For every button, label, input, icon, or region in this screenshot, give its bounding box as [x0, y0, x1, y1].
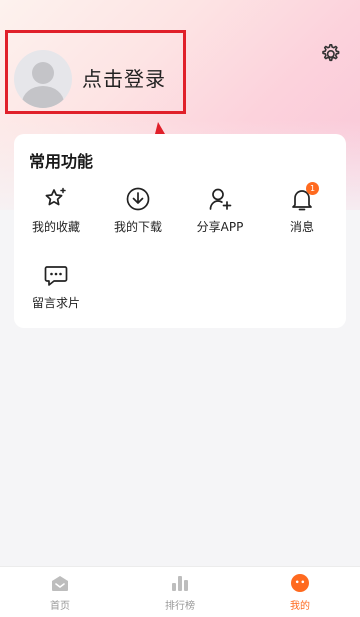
tab-home[interactable]: 首页	[0, 567, 120, 617]
feature-label: 留言求片	[31, 296, 80, 310]
star-sparkle-icon	[45, 187, 66, 206]
feature-label: 我的收藏	[31, 220, 80, 234]
feature-messages[interactable]: 1 消息	[262, 182, 342, 242]
feature-share-app[interactable]: 分享APP	[180, 186, 260, 242]
download-icon	[126, 187, 150, 211]
card-title: 常用功能	[29, 152, 94, 171]
feature-label: 我的下载	[113, 220, 162, 234]
settings-gear-icon[interactable]	[318, 42, 342, 66]
ranking-icon	[172, 576, 188, 591]
tab-label: 首页	[50, 601, 70, 612]
message-count-badge: 1	[306, 182, 319, 195]
feature-my-downloads[interactable]: 我的下载	[98, 186, 178, 242]
common-functions-card: 常用功能 我的收藏 我的下载 分享APP 1 消息 留言求片	[14, 134, 346, 328]
user-add-icon	[209, 188, 232, 210]
tab-ranking[interactable]: 排行榜	[120, 567, 240, 617]
home-icon	[52, 576, 68, 591]
tab-label: 排行榜	[165, 601, 195, 612]
feature-request-movie[interactable]: 留言求片	[16, 262, 96, 318]
annotation-highlight-box	[5, 30, 186, 114]
bottom-tab-bar: 首页 排行榜 我的	[0, 566, 360, 617]
feature-label: 分享APP	[196, 220, 244, 234]
message-icon	[44, 266, 68, 286]
profile-face-icon	[291, 574, 309, 592]
feature-my-favorites[interactable]: 我的收藏	[16, 186, 96, 242]
tab-label: 我的	[290, 601, 310, 612]
feature-label: 消息	[289, 220, 314, 234]
tab-mine[interactable]: 我的	[240, 567, 360, 617]
